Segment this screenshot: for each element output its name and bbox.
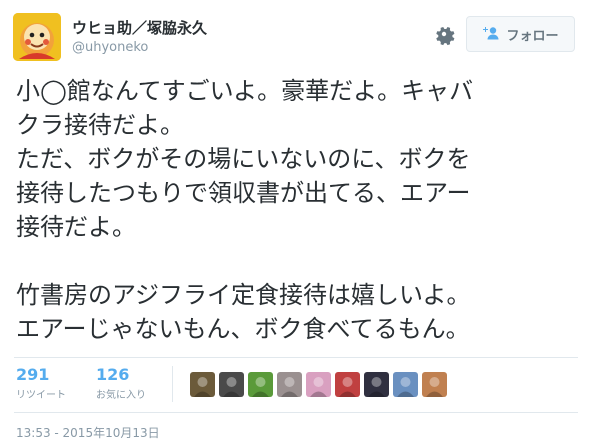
avatar-green-creature-icon[interactable] <box>248 372 273 397</box>
avatar-gray-icon[interactable] <box>277 372 302 397</box>
tweet-timestamp[interactable]: 13:53 - 2015年10月13日 <box>16 424 160 441</box>
retweet-stat[interactable]: 291 リツイート <box>16 365 66 402</box>
avatar-red-character-icon[interactable] <box>335 372 360 397</box>
tweet-text-line: クラ接待だよ。 <box>16 111 184 139</box>
retweet-count: 291 <box>16 365 50 384</box>
avatar-blue-scene-icon[interactable] <box>393 372 418 397</box>
tweet-card: ウヒョ助／塚脇永久 @uhyoneko フォロー 小◯館なんてすごいよ。豪華だよ… <box>0 0 592 447</box>
tweet-text-line: 接待だよ。 <box>16 213 136 241</box>
tweet-text: 小◯館なんてすごいよ。豪華だよ。キャバ クラ接待だよ。 ただ、ボクがその場にいな… <box>16 74 581 346</box>
display-name[interactable]: ウヒョ助／塚脇永久 <box>72 17 207 38</box>
avatar-orange-haired-icon[interactable] <box>422 372 447 397</box>
favoriter-avatars <box>190 372 447 397</box>
tweet-text-line: 接待したつもりで領収書が出てる、エアー <box>16 179 471 207</box>
favorite-label: お気に入り <box>96 390 146 401</box>
follow-button-label: フォロー <box>506 28 559 44</box>
stats-vertical-divider <box>172 366 173 402</box>
stats-top-divider <box>14 357 578 358</box>
tweet-text-line: 小◯館なんてすごいよ。豪華だよ。キャバ <box>16 77 474 105</box>
avatar-dragon-icon[interactable] <box>190 372 215 397</box>
tweet-text-line: ただ、ボクがその場にいないのに、ボクを <box>16 145 471 173</box>
favorite-count: 126 <box>96 365 130 384</box>
gear-icon[interactable] <box>432 22 456 46</box>
follow-button[interactable]: フォロー <box>466 16 575 52</box>
avatar-anime-girl-pink-icon[interactable] <box>306 372 331 397</box>
tweet-text-line: 竹書房のアジフライ定食接待は嬉しいよ。 <box>16 281 471 309</box>
stats-bottom-divider <box>14 412 578 413</box>
retweet-label: リツイート <box>16 390 66 401</box>
tweet-text-line: エアーじゃないもん、ボク食べてるもん。 <box>16 315 470 343</box>
add-user-icon <box>482 25 500 44</box>
username[interactable]: @uhyoneko <box>72 40 148 55</box>
avatar-dark-haired-icon[interactable] <box>364 372 389 397</box>
favorite-stat[interactable]: 126 お気に入り <box>96 365 146 402</box>
avatar-dark-icon[interactable] <box>219 372 244 397</box>
user-avatar[interactable] <box>13 13 61 61</box>
